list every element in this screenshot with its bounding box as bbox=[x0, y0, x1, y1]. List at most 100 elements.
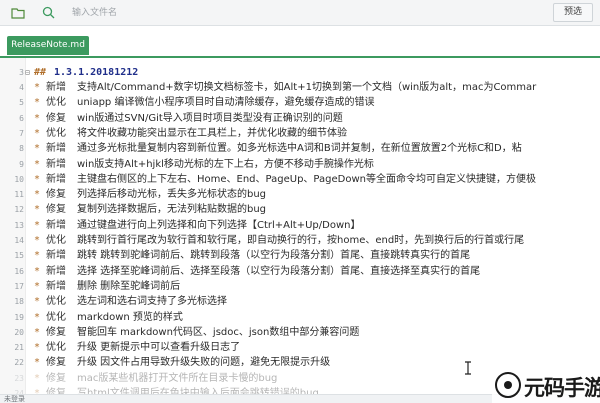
preview-button[interactable]: 预选 bbox=[553, 3, 593, 22]
watermark: 元码手游网 bbox=[492, 368, 600, 403]
line-number: 19 bbox=[14, 312, 24, 322]
change-description: win版通过SVN/Git导入项目时项目类型没有正确识别的问题 bbox=[77, 112, 343, 124]
list-bullet: * bbox=[34, 296, 41, 308]
change-type-label: 新增 bbox=[46, 158, 66, 170]
line-number: 20 bbox=[14, 327, 24, 337]
tab-bar: ReleaseNote.md bbox=[0, 26, 600, 57]
code-line: 12 * 修复 复制列选择数据后，无法列粘贴数据的bug bbox=[0, 202, 600, 217]
line-number: 8 bbox=[19, 144, 24, 154]
change-description: 通过多光标批量复制内容到新位置。如多光标选中A词和B词并复制，在新位置放置2个光… bbox=[77, 143, 522, 155]
code-line: 19 * 优化 markdown 预览的样式 bbox=[0, 310, 600, 325]
list-bullet: * bbox=[34, 158, 41, 170]
folder-icon[interactable] bbox=[11, 6, 25, 20]
code-line: 11 * 修复 列选择后移动光标，丢失多光标状态的bug bbox=[0, 187, 600, 202]
code-line: 8 * 新增 通过多光标批量复制内容到新位置。如多光标选中A词和B词并复制，在新位置放… bbox=[0, 141, 600, 156]
line-number: 4 bbox=[19, 83, 24, 92]
line-number: 9 bbox=[19, 159, 24, 169]
list-bullet: * bbox=[34, 127, 41, 139]
change-description: 通过键盘进行向上列选择和向下列选择【Ctrl+Alt+Up/Down】 bbox=[77, 219, 361, 231]
list-bullet: * bbox=[34, 82, 41, 93]
change-type-label: 新增 bbox=[46, 265, 66, 277]
change-type-label: 新增 bbox=[46, 82, 66, 93]
code-line: 20 * 修复 智能回车 markdown代码区、jsdoc、json数组中部分兼容问… bbox=[0, 325, 600, 340]
change-description: markdown 预览的样式 bbox=[77, 311, 183, 323]
change-description: 删除 删除至驼峰词前后 bbox=[77, 280, 181, 292]
line-number: 12 bbox=[14, 205, 24, 215]
change-description: 复制列选择数据后，无法列粘贴数据的bug bbox=[77, 204, 267, 216]
change-description: 支持Alt/Command+数字切换文档标签卡，如Alt+1切换到第一个文档（w… bbox=[77, 82, 537, 93]
line-number: 11 bbox=[14, 190, 24, 200]
list-bullet: * bbox=[34, 173, 41, 185]
change-description: 主键盘右侧区的上下左右、Home、End、PageUp、PageDown等全面命… bbox=[77, 173, 536, 185]
code-line: 15 * 新增 跳转 跳转到驼峰词前后、跳转到段落（以空行为段落分割）首尾、直接跳转真… bbox=[0, 248, 600, 263]
search-input[interactable] bbox=[60, 3, 544, 22]
line-number: 18 bbox=[14, 297, 24, 307]
top-toolbar: 预选 bbox=[0, 0, 600, 26]
change-type-label: 修复 bbox=[46, 357, 66, 369]
list-bullet: * bbox=[34, 357, 41, 369]
change-type-label: 修复 bbox=[46, 204, 66, 216]
list-bullet: * bbox=[34, 372, 41, 384]
change-type-label: 新增 bbox=[46, 280, 66, 292]
code-line: 6 * 修复 win版通过SVN/Git导入项目时项目类型没有正确识别的问题 bbox=[0, 111, 600, 126]
tab-releasenote[interactable]: ReleaseNote.md bbox=[7, 36, 89, 55]
line-number: 24 bbox=[14, 389, 24, 394]
heading-text: 1.3.1.20181212 bbox=[54, 67, 139, 78]
change-type-label: 优化 bbox=[46, 342, 66, 354]
fold-icon[interactable]: ⊟ bbox=[25, 65, 30, 80]
text-cursor-icon bbox=[464, 360, 472, 375]
list-bullet: * bbox=[34, 112, 41, 124]
change-description: 智能回车 markdown代码区、jsdoc、json数组中部分兼容问题 bbox=[77, 326, 360, 338]
line-number: 6 bbox=[19, 113, 24, 123]
code-line: 10 * 新增 主键盘右侧区的上下左右、Home、End、PageUp、PageDow… bbox=[0, 172, 600, 187]
change-description: 跳转到行首行尾改为软行首和软行尾，即自动换行的行，按home、end时，先到换行… bbox=[77, 235, 525, 246]
list-bullet: * bbox=[34, 311, 41, 323]
list-bullet: * bbox=[34, 326, 41, 338]
list-bullet: * bbox=[34, 204, 41, 216]
list-bullet: * bbox=[34, 235, 41, 246]
change-type-label: 新增 bbox=[46, 250, 66, 262]
line-number: 14 bbox=[14, 236, 24, 245]
change-description: 选左词和选右词支持了多光标选择 bbox=[77, 296, 227, 308]
line-number: 7 bbox=[19, 128, 24, 138]
search-icon bbox=[42, 5, 56, 19]
line-number: 5 bbox=[19, 98, 24, 108]
line-number: 3 bbox=[19, 68, 24, 77]
change-type-label: 修复 bbox=[46, 112, 66, 124]
code-line: 5 * 优化 uniapp 编译微信小程序项目时自动清除缓存，避免缓存造成的错误 bbox=[0, 95, 600, 110]
change-description: 选择 选择至驼峰词前后、选择至段落（以空行为段落分割）首尾、直接选择至真实行的首… bbox=[77, 265, 481, 277]
change-type-label: 优化 bbox=[46, 311, 66, 323]
code-line: 16 * 新增 选择 选择至驼峰词前后、选择至段落（以空行为段落分割）首尾、直接选择至… bbox=[0, 264, 600, 279]
code-line: 9 * 新增 win版支持Alt+hjkl移动光标的左下上右，方便不移动手腕操作光标 bbox=[0, 157, 600, 172]
list-bullet: * bbox=[34, 219, 41, 231]
list-bullet: * bbox=[34, 250, 41, 262]
line-number: 21 bbox=[14, 343, 24, 353]
heading-marker: ## bbox=[34, 67, 47, 78]
watermark-logo-icon bbox=[494, 371, 522, 399]
change-description: 升级 因文件占用导致升级失败的问题，避免无限提示升级 bbox=[77, 357, 331, 369]
change-type-label: 修复 bbox=[46, 372, 66, 384]
code-line: 13 * 新增 通过键盘进行向上列选择和向下列选择【Ctrl+Alt+Up/Down】 bbox=[0, 218, 600, 233]
change-type-label: 优化 bbox=[46, 296, 66, 308]
change-type-label: 优化 bbox=[46, 97, 66, 109]
line-number: 10 bbox=[14, 174, 24, 184]
line-number: 23 bbox=[14, 373, 24, 383]
login-status[interactable]: 未登录 bbox=[4, 394, 25, 403]
line-number: 16 bbox=[14, 266, 24, 276]
change-type-label: 新增 bbox=[46, 143, 66, 155]
list-bullet: * bbox=[34, 388, 41, 394]
change-description: 列选择后移动光标，丢失多光标状态的bug bbox=[77, 189, 267, 201]
change-type-label: 优化 bbox=[46, 127, 66, 139]
change-description: 升级 更新提示中可以查看升级日志了 bbox=[77, 342, 241, 354]
code-editor[interactable]: 3 ⊟ ## 1.3.1.20181212 4 * 新增 支持Alt/Command+… bbox=[0, 58, 600, 394]
line-number: 22 bbox=[14, 358, 24, 368]
change-description: 跳转 跳转到驼峰词前后、跳转到段落（以空行为段落分割）首尾、直接跳转真实行的首尾 bbox=[77, 250, 471, 262]
line-number: 15 bbox=[14, 251, 24, 261]
change-type-label: 新增 bbox=[46, 219, 66, 231]
code-line: 14 * 优化 跳转到行首行尾改为软行首和软行尾，即自动换行的行，按home、end时… bbox=[0, 233, 600, 248]
heading-line: 3 ⊟ ## 1.3.1.20181212 bbox=[0, 65, 600, 80]
change-type-label: 修复 bbox=[46, 326, 66, 338]
change-type-label: 修复 bbox=[46, 189, 66, 201]
code-line: 4 * 新增 支持Alt/Command+数字切换文档标签卡，如Alt+1切换到第一个… bbox=[0, 80, 600, 95]
list-bullet: * bbox=[34, 265, 41, 277]
